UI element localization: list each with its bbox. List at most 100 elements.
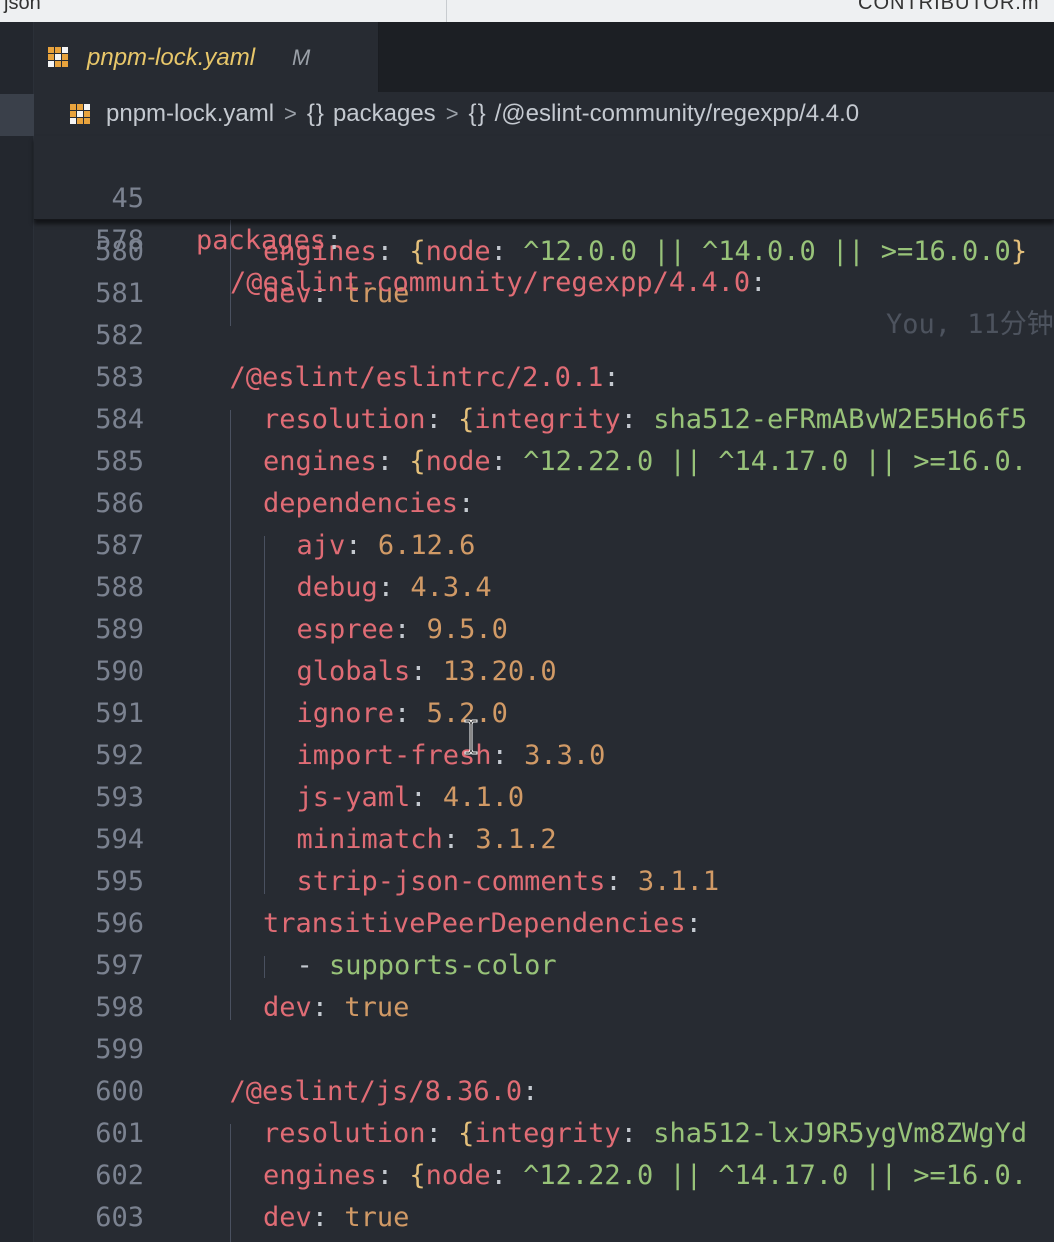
code-line[interactable]: 587 ajv: 6.12.6 xyxy=(34,525,1054,567)
sticky-line[interactable]: 45 packages: xyxy=(34,136,1054,256)
code-line[interactable]: 589 espree: 9.5.0 xyxy=(34,609,1054,651)
line-number: 591 xyxy=(95,698,144,729)
line-number: 586 xyxy=(95,488,144,519)
code-line[interactable]: 595 strip-json-comments: 3.1.1 xyxy=(34,861,1054,903)
colon: : xyxy=(394,614,411,645)
sticky-line[interactable]: 578 /@eslint-community/regexpp/4.4.0: Yo… xyxy=(34,178,1054,340)
code-line[interactable]: 597 - supports-color xyxy=(34,945,1054,987)
colon: : xyxy=(425,404,442,435)
yaml-key: js-yaml xyxy=(296,782,411,813)
code-content: import-fresh: 3.3.0 xyxy=(297,735,606,777)
code-line[interactable]: 596 transitivePeerDependencies: xyxy=(34,903,1054,945)
code-line[interactable]: 601 resolution: {integrity: sha512-lxJ9R5… xyxy=(34,1113,1054,1155)
line-number: 587 xyxy=(95,530,144,561)
colon: : xyxy=(620,1118,637,1149)
breadcrumb-package-entry[interactable]: /@eslint-community/regexpp/4.4.0 xyxy=(495,100,860,128)
code-line[interactable]: 591 ignore: 5.2.0 xyxy=(34,693,1054,735)
breadcrumb-packages[interactable]: packages xyxy=(333,100,436,128)
code-content: - supports-color xyxy=(297,945,557,987)
colon: : xyxy=(685,908,702,939)
colon: : xyxy=(750,267,767,298)
code-content: strip-json-comments: 3.1.1 xyxy=(297,861,720,903)
brace-open: { xyxy=(409,1160,426,1191)
line-number: 601 xyxy=(95,1118,144,1149)
code-line[interactable]: 599 xyxy=(34,1029,1054,1071)
colon: : xyxy=(410,656,427,687)
code-line[interactable]: 585 engines: {node: ^12.22.0 || ^14.17.0 … xyxy=(34,441,1054,483)
colon: : xyxy=(603,362,620,393)
yaml-value: ^12.22.0 || ^14.17.0 || >=16.0. xyxy=(523,1160,1028,1191)
yaml-key: minimatch xyxy=(296,824,443,855)
code-line[interactable]: 600 /@eslint/js/8.36.0: xyxy=(34,1071,1054,1113)
code-content: dependencies: xyxy=(263,483,474,525)
code-content: engines: {node: ^12.22.0 || ^14.17.0 || … xyxy=(263,441,1027,483)
line-number: 598 xyxy=(95,992,144,1023)
activity-selected-indicator xyxy=(0,94,34,136)
yaml-key: espree xyxy=(296,614,395,645)
yaml-key: resolution xyxy=(263,1118,426,1149)
yaml-value: 4.1.0 xyxy=(442,782,525,813)
line-number: 603 xyxy=(95,1202,144,1233)
code-line[interactable]: 588 debug: 4.3.4 xyxy=(34,567,1054,609)
line-number: 599 xyxy=(95,1034,144,1065)
code-line[interactable]: 586 dependencies: xyxy=(34,483,1054,525)
line-number: 578 xyxy=(95,225,144,256)
code-content: minimatch: 3.1.2 xyxy=(297,819,557,861)
line-number: 596 xyxy=(95,908,144,939)
yaml-key: node xyxy=(425,446,491,477)
yaml-value: 3.1.1 xyxy=(637,866,720,897)
colon: : xyxy=(522,1076,539,1107)
code-content: ajv: 6.12.6 xyxy=(297,525,476,567)
code-line[interactable]: 593 js-yaml: 4.1.0 xyxy=(34,777,1054,819)
yaml-value: true xyxy=(344,992,410,1023)
list-item: supports-color xyxy=(329,950,557,981)
code-content: engines: {node: ^12.22.0 || ^14.17.0 || … xyxy=(263,1155,1027,1197)
code-line[interactable]: 584 resolution: {integrity: sha512-eFRmAB… xyxy=(34,399,1054,441)
breadcrumb-file[interactable]: pnpm-lock.yaml xyxy=(106,100,274,128)
line-number: 589 xyxy=(95,614,144,645)
yaml-key: engines xyxy=(263,446,377,477)
code-line[interactable]: 598 dev: true xyxy=(34,987,1054,1029)
line-number: 600 xyxy=(95,1076,144,1107)
tab-pnpm-lock[interactable]: pnpm-lock.yaml M xyxy=(34,22,379,92)
yaml-value: 4.3.4 xyxy=(410,572,492,603)
yaml-value: sha512-eFRmABvW2E5Ho6f5 xyxy=(653,404,1028,435)
yaml-value: 9.5.0 xyxy=(426,614,508,645)
colon: : xyxy=(410,782,427,813)
code-line[interactable]: 594 minimatch: 3.1.2 xyxy=(34,819,1054,861)
brace-close: } xyxy=(1010,236,1028,267)
yaml-key: debug xyxy=(296,572,378,603)
top-strip-right-text: CONTRIBUTOR.m xyxy=(858,0,1040,14)
yaml-key: ajv xyxy=(296,530,346,561)
yaml-key: node xyxy=(425,1160,491,1191)
yaml-value: true xyxy=(344,1202,410,1233)
code-line[interactable]: 583/@eslint/eslintrc/2.0.1: xyxy=(34,357,1054,399)
code-line[interactable]: 590 globals: 13.20.0 xyxy=(34,651,1054,693)
tab-title: pnpm-lock.yaml xyxy=(87,44,256,71)
yaml-value: 6.12.6 xyxy=(377,530,476,561)
brace-open: { xyxy=(409,446,426,477)
yaml-key: ignore xyxy=(296,698,395,729)
code-content: /@eslint/js/8.36.0: xyxy=(230,1071,539,1113)
yaml-key: engines xyxy=(263,1160,377,1191)
code-line[interactable]: 602 engines: {node: ^12.22.0 || ^14.17.0 … xyxy=(34,1155,1054,1197)
yaml-file-icon xyxy=(48,47,68,67)
colon: : xyxy=(490,446,507,477)
code-line[interactable]: 603 dev: true xyxy=(34,1197,1054,1239)
code-line[interactable]: 592 import-fresh: 3.3.0 xyxy=(34,735,1054,777)
yaml-value: 3.1.2 xyxy=(475,824,557,855)
colon: : xyxy=(490,1160,507,1191)
yaml-key: packages xyxy=(196,225,327,256)
sticky-scroll-header[interactable]: 45 packages: 578 /@eslint-community/rege… xyxy=(34,136,1054,340)
